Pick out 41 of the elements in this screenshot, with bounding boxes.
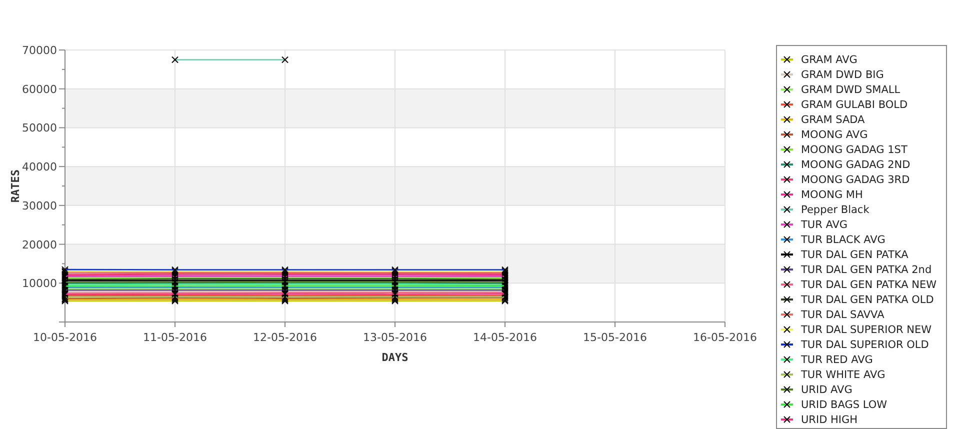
legend-label: GRAM DWD BIG [801, 68, 884, 80]
legend-label: MOONG GADAG 3RD [801, 174, 910, 186]
legend-label: GRAM AVG [801, 54, 858, 66]
y-tick-label: 60000 [22, 82, 57, 96]
x-tick-label: 14-05-2016 [473, 331, 537, 344]
legend-label: TUR AVG [801, 218, 848, 230]
x-tick-label: 12-05-2016 [253, 331, 317, 344]
legend-label: TUR WHITE AVG [801, 368, 886, 380]
legend-label: TUR RED AVG [801, 354, 873, 366]
x-axis-title: DAYS [382, 351, 408, 364]
y-tick-label: 30000 [22, 199, 57, 212]
legend-label: URID BAGS LOW [801, 398, 887, 410]
legend-label: URID AVG [801, 384, 852, 396]
legend-label: TUR DAL GEN PATKA OLD [801, 294, 934, 306]
legend-label: Pepper Black [801, 204, 870, 216]
legend-label: MOONG GADAG 2ND [801, 158, 910, 170]
legend-label: GRAM SADA [801, 114, 865, 126]
x-tick-label: 11-05-2016 [143, 331, 207, 344]
y-tick-label: 20000 [22, 238, 57, 252]
legend-label: GRAM DWD SMALL [801, 84, 900, 96]
legend-label: TUR DAL GEN PATKA [801, 248, 908, 260]
x-tick-label: 15-05-2016 [583, 331, 647, 344]
legend-label: GRAM GULABI BOLD [801, 98, 908, 110]
x-tick-label: 16-05-2016 [693, 331, 757, 344]
legend-label: URID HIGH [801, 414, 858, 426]
y-tick-label: 50000 [22, 122, 57, 135]
legend-label: MOONG GADAG 1ST [801, 144, 908, 156]
legend-label: TUR DAL SAVVA [801, 308, 884, 320]
legend-label: MOONG MH [801, 188, 863, 200]
y-axis-title: RATES [9, 169, 22, 203]
legend-label: TUR BLACK AVG [801, 234, 886, 246]
x-tick-label: 13-05-2016 [363, 331, 427, 344]
legend-label: TUR DAL GEN PATKA 2nd [801, 264, 932, 276]
x-tick-label: 10-05-2016 [33, 331, 97, 344]
y-tick-label: 10000 [22, 277, 57, 290]
y-tick-label: 40000 [22, 160, 57, 174]
y-tick-label: 70000 [22, 44, 57, 57]
legend-label: TUR DAL GEN PATKA NEW [801, 278, 937, 290]
legend-label: MOONG AVG [801, 128, 868, 140]
legend-label: TUR DAL SUPERIOR NEW [801, 324, 932, 336]
legend-label: TUR DAL SUPERIOR OLD [801, 338, 929, 350]
